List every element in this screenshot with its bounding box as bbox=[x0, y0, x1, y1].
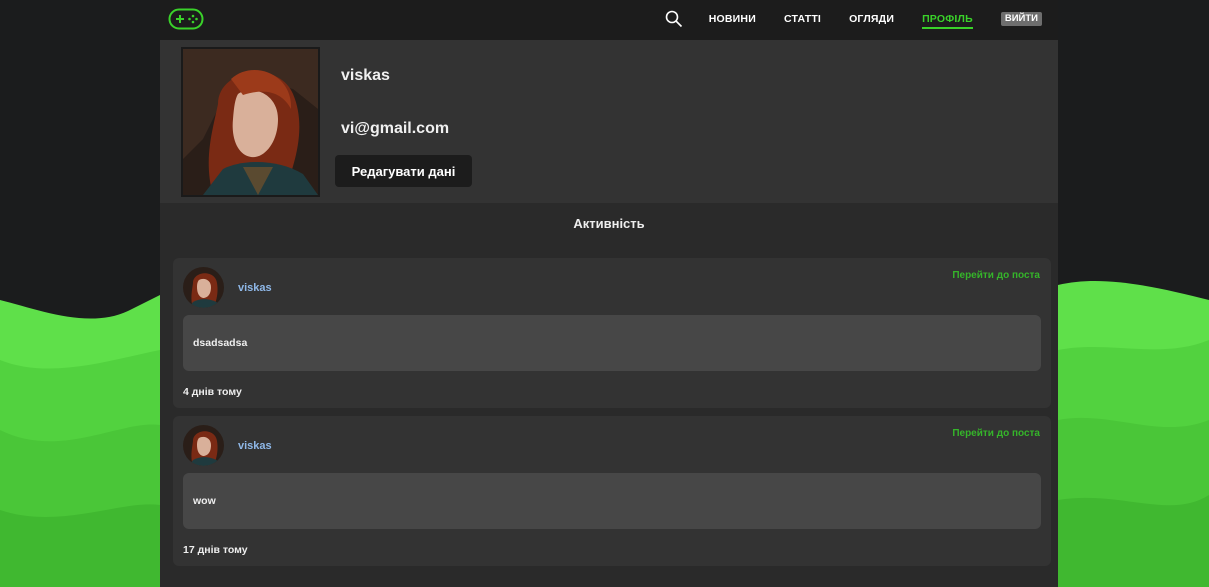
edit-profile-button[interactable]: Редагувати дані bbox=[335, 155, 472, 187]
nav-link-reviews[interactable]: ОГЛЯДИ bbox=[849, 12, 894, 26]
profile-username: viskas bbox=[341, 67, 390, 84]
nav-link-profile[interactable]: ПРОФІЛЬ bbox=[922, 12, 973, 29]
page-container: НОВИНИ СТАТТІ ОГЛЯДИ ПРОФІЛЬ ВИЙТИ viska… bbox=[160, 0, 1058, 587]
post-author-name[interactable]: viskas bbox=[238, 282, 272, 294]
go-to-post-link[interactable]: Перейти до поста bbox=[952, 428, 1040, 439]
nav-link-articles[interactable]: СТАТТІ bbox=[784, 12, 821, 26]
profile-header: viskas vi@gmail.com Редагувати дані bbox=[160, 40, 1058, 203]
post-author-name[interactable]: viskas bbox=[238, 440, 272, 452]
profile-email: vi@gmail.com bbox=[341, 120, 450, 137]
post-timestamp: 4 днів тому bbox=[183, 386, 242, 398]
post-text: wow bbox=[193, 495, 216, 507]
search-icon[interactable] bbox=[665, 10, 683, 28]
go-to-post-link[interactable]: Перейти до поста bbox=[952, 270, 1040, 281]
activity-heading: Активність bbox=[573, 216, 645, 231]
post-timestamp: 17 днів тому bbox=[183, 544, 248, 556]
activity-post-card: viskas Перейти до поста dsadsadsa 4 днів… bbox=[173, 258, 1051, 408]
post-content: wow bbox=[183, 473, 1041, 529]
gamepad-logo-icon[interactable] bbox=[168, 8, 204, 30]
activity-post-card: viskas Перейти до поста wow 17 днів тому bbox=[173, 416, 1051, 566]
post-content: dsadsadsa bbox=[183, 315, 1041, 371]
top-navbar: НОВИНИ СТАТТІ ОГЛЯДИ ПРОФІЛЬ ВИЙТИ bbox=[160, 0, 1058, 40]
post-author-avatar[interactable] bbox=[183, 425, 224, 466]
main-nav: НОВИНИ СТАТТІ ОГЛЯДИ ПРОФІЛЬ ВИЙТИ bbox=[665, 0, 1042, 38]
post-author-avatar[interactable] bbox=[183, 267, 224, 308]
logout-button[interactable]: ВИЙТИ bbox=[1000, 12, 1042, 26]
profile-avatar bbox=[181, 47, 320, 197]
post-text: dsadsadsa bbox=[193, 337, 248, 349]
nav-link-news[interactable]: НОВИНИ bbox=[709, 12, 756, 26]
